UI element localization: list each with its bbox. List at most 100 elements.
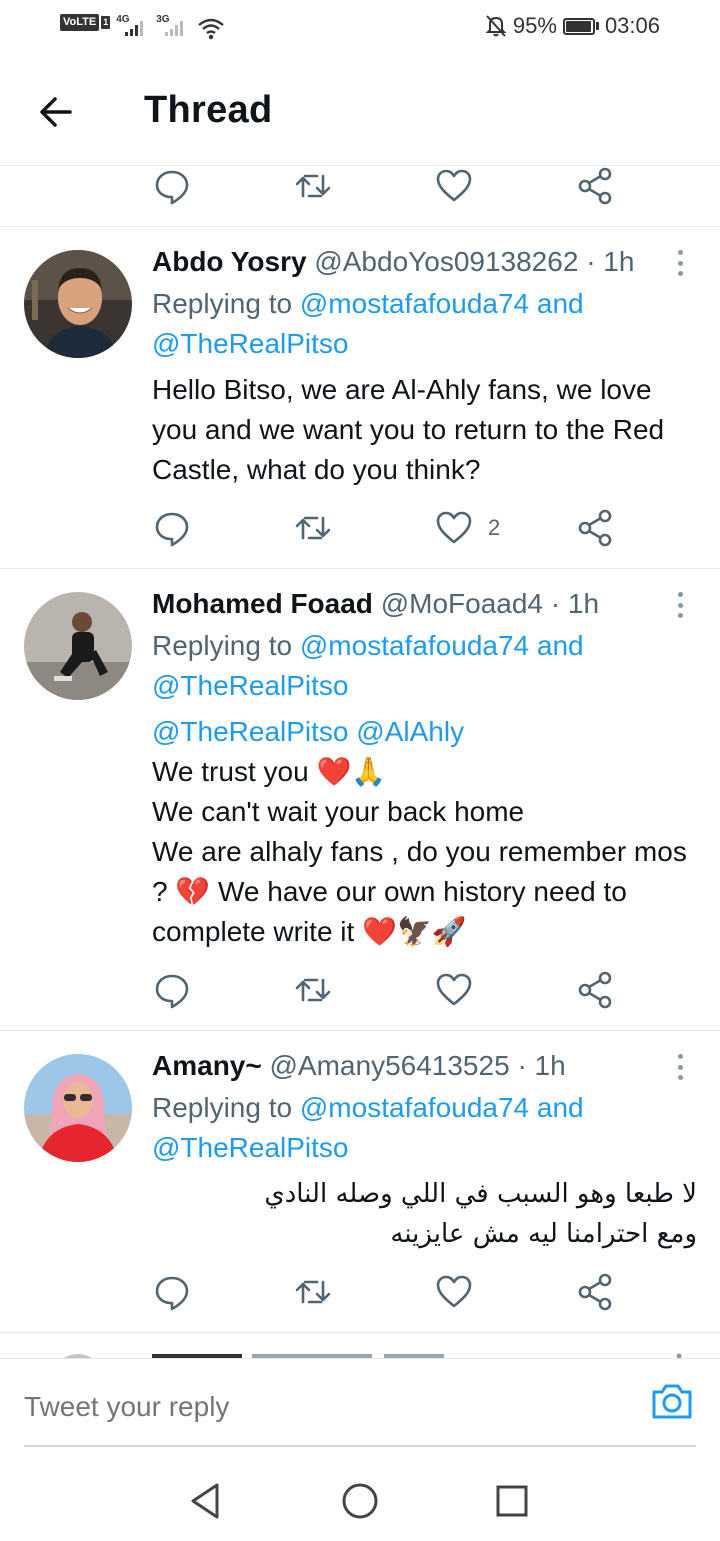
avatar[interactable]	[24, 592, 132, 700]
previous-tweet-actions	[152, 166, 622, 206]
reply-icon	[155, 974, 189, 1009]
like-button[interactable]	[434, 970, 474, 1010]
volte-label: VoLTE	[60, 14, 100, 31]
next-tweet-peek	[24, 1344, 714, 1358]
share-button[interactable]	[575, 508, 615, 548]
tweet-meta: Amany~ @Amany56413525 · 1h	[152, 1046, 697, 1086]
square-recents-icon	[496, 1485, 528, 1517]
nav-back-button[interactable]	[180, 1476, 230, 1526]
tweet-text: @TheRealPitso @AlAhly We trust you ❤️🙏 W…	[152, 712, 697, 952]
retweet-icon	[295, 174, 331, 198]
like-button[interactable]: 2	[434, 508, 500, 548]
emoji: ❤️🙏	[316, 755, 387, 788]
mention-link[interactable]: @TheRealPitso	[152, 716, 349, 747]
reply-button[interactable]	[152, 508, 192, 548]
replying-and: and	[529, 630, 584, 661]
tweet-text-line: We trust you	[152, 756, 317, 787]
share-button[interactable]	[575, 970, 615, 1010]
reply-button[interactable]	[152, 970, 192, 1010]
mention-link[interactable]: @TheRealPitso	[152, 670, 349, 701]
author-name[interactable]: Amany~	[152, 1050, 262, 1081]
tweet-actions	[152, 970, 622, 1010]
camera-button[interactable]	[648, 1377, 696, 1425]
signal-icon: 4G	[116, 14, 150, 38]
heart-icon	[436, 973, 472, 1006]
heart-icon	[436, 511, 472, 544]
circle-home-icon	[342, 1483, 378, 1519]
triangle-back-icon	[191, 1483, 219, 1519]
retweet-button[interactable]	[293, 508, 333, 548]
like-count: 2	[488, 515, 501, 540]
mention-link[interactable]: @AlAhly	[356, 716, 464, 747]
author-name[interactable]: Mohamed Foaad	[152, 588, 373, 619]
retweet-icon	[295, 978, 331, 1002]
mention-link[interactable]: @mostafafouda74	[300, 1092, 529, 1123]
replying-and: and	[529, 288, 584, 319]
mention-link[interactable]: @mostafafouda74	[300, 630, 529, 661]
more-options-button[interactable]	[670, 588, 690, 622]
tweet-text: Hello Bitso, we are Al-Ahly fans, we lov…	[152, 374, 665, 485]
battery-fill	[565, 20, 591, 32]
replying-to: Replying to @mostafafouda74 and @TheReal…	[152, 284, 697, 364]
battery-percent: 95%	[512, 13, 557, 38]
like-button[interactable]	[434, 166, 474, 206]
share-icon	[578, 971, 612, 1009]
retweet-button[interactable]	[293, 166, 333, 206]
heart-icon	[436, 1275, 472, 1308]
tweet-text-line: We can't wait your back home	[152, 796, 525, 827]
replying-prefix: Replying to	[152, 288, 300, 319]
back-button[interactable]	[30, 86, 82, 138]
share-icon	[578, 1273, 612, 1311]
avatar[interactable]	[24, 1054, 132, 1162]
tweet-time: · 1h	[550, 588, 600, 619]
avatar[interactable]	[24, 250, 132, 358]
tweet-time: · 1h	[586, 246, 635, 277]
status-bar: VoLTE 1 4G 3G 95% 03:06	[0, 0, 720, 56]
mention-link[interactable]: @mostafafouda74	[300, 288, 529, 319]
author-handle[interactable]: @MoFoaad4	[381, 588, 543, 619]
author-handle[interactable]: @AbdoYos09138262	[314, 246, 578, 277]
like-button[interactable]	[434, 1272, 474, 1312]
nav-recents-button[interactable]	[487, 1476, 537, 1526]
divider	[0, 1332, 720, 1333]
camera-icon	[652, 1384, 692, 1419]
wifi-icon	[198, 18, 224, 40]
mute-bell-icon	[485, 15, 507, 37]
emoji: 💔	[175, 875, 211, 908]
emoji: ❤️🦅🚀	[362, 915, 467, 948]
tweet[interactable]: Abdo Yosry @AbdoYos09138262 · 1h Replyin…	[0, 226, 720, 568]
share-icon	[578, 509, 612, 547]
reply-button[interactable]	[152, 1272, 192, 1312]
retweet-icon	[295, 1280, 331, 1304]
reply-button[interactable]	[152, 166, 192, 206]
reply-composer	[0, 1358, 720, 1450]
nav-home-button[interactable]	[335, 1476, 385, 1526]
reply-icon	[155, 512, 189, 547]
replying-prefix: Replying to	[152, 630, 300, 661]
replying-to: Replying to @mostafafouda74 and @TheReal…	[152, 1088, 697, 1168]
reply-input[interactable]	[24, 1385, 624, 1429]
author-handle[interactable]: @Amany56413525	[270, 1050, 510, 1081]
reply-icon	[155, 1276, 189, 1311]
heart-icon	[436, 169, 472, 202]
more-options-button[interactable]	[670, 246, 690, 280]
back-arrow-icon	[40, 97, 72, 127]
author-name[interactable]: Abdo Yosry	[152, 246, 307, 277]
replying-prefix: Replying to	[152, 1092, 300, 1123]
volte-indicator: VoLTE 1	[60, 14, 111, 31]
retweet-button[interactable]	[293, 970, 333, 1010]
system-nav-bar	[0, 1452, 720, 1541]
sim-label: 1	[101, 16, 111, 29]
more-options-button[interactable]	[670, 1050, 690, 1084]
battery-icon	[562, 17, 599, 35]
retweet-button[interactable]	[293, 1272, 333, 1312]
tweet-text: لا طبعا وهو السبب في اللي وصله النادي وم…	[264, 1179, 697, 1249]
mention-link[interactable]: @TheRealPitso	[152, 1132, 349, 1163]
replying-to: Replying to @mostafafouda74 and @TheReal…	[152, 626, 697, 706]
mention-link[interactable]: @TheRealPitso	[152, 328, 349, 359]
share-button[interactable]	[575, 166, 615, 206]
share-button[interactable]	[575, 1272, 615, 1312]
tweet[interactable]: Amany~ @Amany56413525 · 1h Replying to @…	[0, 1030, 720, 1332]
clock: 03:06	[604, 13, 660, 38]
tweet[interactable]: Mohamed Foaad @MoFoaad4 · 1h Replying to…	[0, 568, 720, 1030]
